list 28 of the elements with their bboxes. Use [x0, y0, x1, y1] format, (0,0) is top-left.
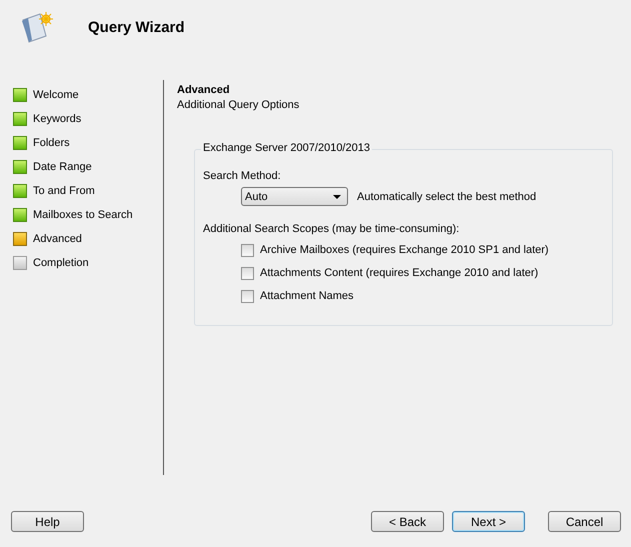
step-label[interactable]: Advanced	[33, 233, 82, 245]
checkbox[interactable]	[241, 244, 254, 256]
checkbox[interactable]	[241, 290, 254, 302]
search-method-dropdown[interactable]: Auto	[241, 187, 348, 206]
step-label[interactable]: Date Range	[33, 161, 92, 173]
method-hint: Automatically select the best method	[357, 190, 536, 202]
checkbox-label[interactable]: Attachments Content (requires Exchange 2010 and later)	[260, 267, 538, 279]
field-label: Additional Search Scopes (may be time-consuming):	[203, 223, 460, 235]
caret-icon	[333, 194, 341, 198]
step-label[interactable]: Welcome	[33, 89, 79, 101]
wizard-button[interactable]: Help	[11, 511, 84, 532]
wizard-button[interactable]: < Back	[371, 511, 444, 532]
notepad-icon	[20, 12, 54, 44]
step-label[interactable]: Folders	[33, 137, 70, 149]
wizard-button[interactable]: Next >	[452, 511, 525, 532]
group-title: Exchange Server 2007/2010/2013	[201, 142, 372, 154]
page-subtitle: Additional Query Options	[177, 99, 300, 111]
wizard-button[interactable]: Cancel	[548, 511, 621, 532]
field-label: Search Method:	[203, 170, 282, 182]
window-title: Query Wizard	[88, 19, 185, 36]
step-label[interactable]: To and From	[33, 185, 95, 197]
step-label[interactable]: Completion	[33, 257, 89, 269]
checkbox-label[interactable]: Attachment Names	[260, 290, 354, 302]
step-label[interactable]: Mailboxes to Search	[33, 209, 133, 221]
step-label[interactable]: Keywords	[33, 113, 82, 125]
checkbox-label[interactable]: Archive Mailboxes (requires Exchange 2010 SP1 and later)	[260, 244, 549, 256]
checkbox[interactable]	[241, 266, 254, 280]
page-title: Advanced	[177, 84, 231, 96]
